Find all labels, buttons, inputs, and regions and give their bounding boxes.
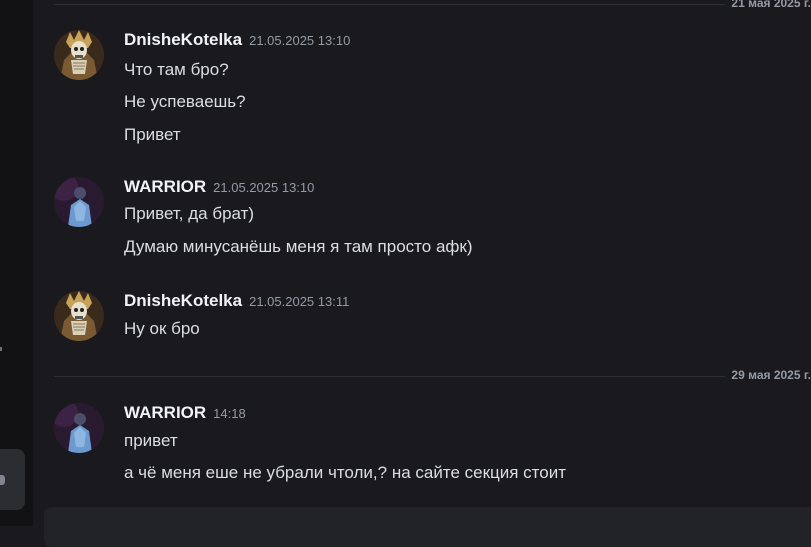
sidebar-server-button[interactable] [0, 449, 25, 510]
selection-indicator-icon [0, 475, 5, 485]
sidebar-indicator [0, 347, 2, 351]
message-text: Ну ок бро [124, 319, 200, 338]
message-text: привет [124, 431, 178, 450]
username[interactable]: DnisheKotelka [124, 30, 242, 49]
date-divider: 21 мая 2025 г. [54, 0, 811, 10]
skeleton-avatar-icon [54, 30, 104, 80]
avatar[interactable] [54, 403, 104, 453]
server-sidebar [0, 0, 33, 526]
username[interactable]: WARRIOR [124, 177, 206, 196]
message-text: Привет, да брат) [124, 204, 255, 223]
message-header: WARRIOR 14:18 [124, 403, 246, 423]
message-text: Не успеваешь? [124, 92, 246, 111]
message-text: Думаю минусанёшь меня я там просто афк) [124, 237, 473, 256]
timestamp: 21.05.2025 13:10 [249, 33, 351, 48]
message-text: Что там бро? [124, 60, 229, 79]
warrior-avatar-icon [54, 403, 104, 453]
date-divider-label: 21 мая 2025 г. [725, 0, 811, 10]
username[interactable]: DnisheKotelka [124, 291, 242, 310]
skeleton-avatar-icon [54, 291, 104, 341]
username[interactable]: WARRIOR [124, 403, 206, 422]
timestamp: 21.05.2025 13:11 [249, 294, 350, 309]
message-header: DnisheKotelka 21.05.2025 13:11 [124, 291, 349, 311]
avatar[interactable] [54, 177, 104, 227]
message-header: WARRIOR 21.05.2025 13:10 [124, 177, 314, 197]
message-text: Привет [124, 125, 181, 144]
timestamp: 14:18 [213, 406, 246, 421]
avatar[interactable] [54, 291, 104, 341]
warrior-avatar-icon [54, 177, 104, 227]
avatar[interactable] [54, 30, 104, 80]
message-input[interactable] [44, 507, 811, 547]
message-text: а чё меня еше не убрали чтоли,? на сайте… [124, 463, 567, 482]
timestamp: 21.05.2025 13:10 [213, 180, 315, 195]
date-divider: 29 мая 2025 г. [54, 368, 811, 382]
message-header: DnisheKotelka 21.05.2025 13:10 [124, 30, 350, 50]
date-divider-label: 29 мая 2025 г. [725, 368, 811, 382]
message-list: 21 мая 2025 г. DnisheKotelka 21.05.2025 1… [33, 0, 811, 547]
